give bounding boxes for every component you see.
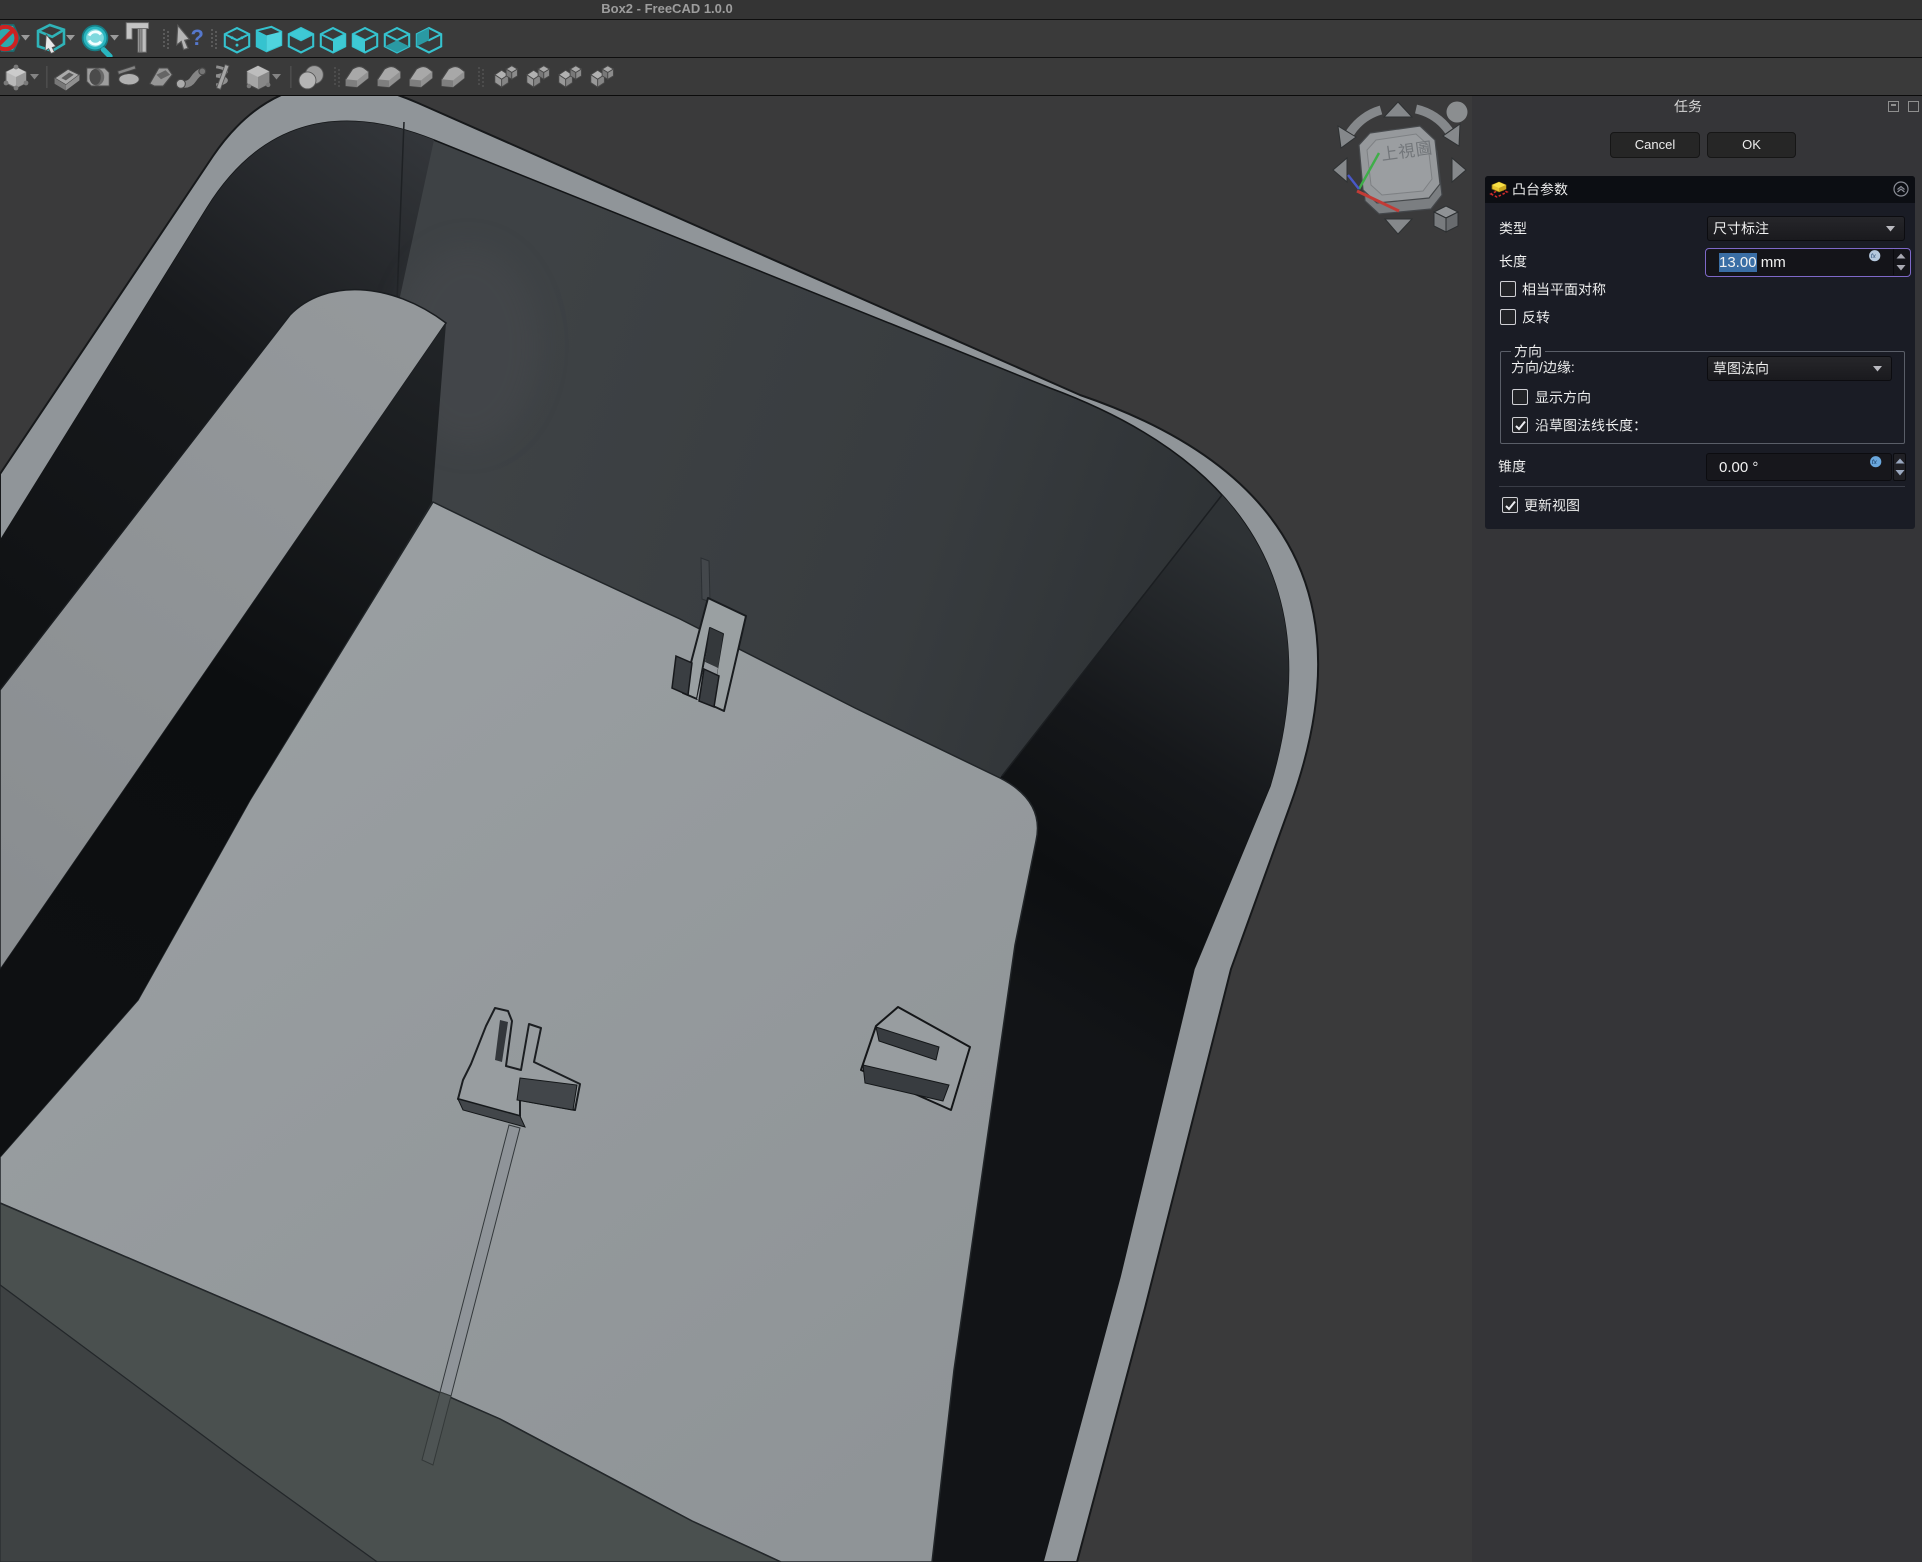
svg-text:fx: fx	[1872, 459, 1878, 466]
svg-text:fx: fx	[1871, 253, 1877, 260]
svg-text:?: ?	[190, 25, 203, 50]
